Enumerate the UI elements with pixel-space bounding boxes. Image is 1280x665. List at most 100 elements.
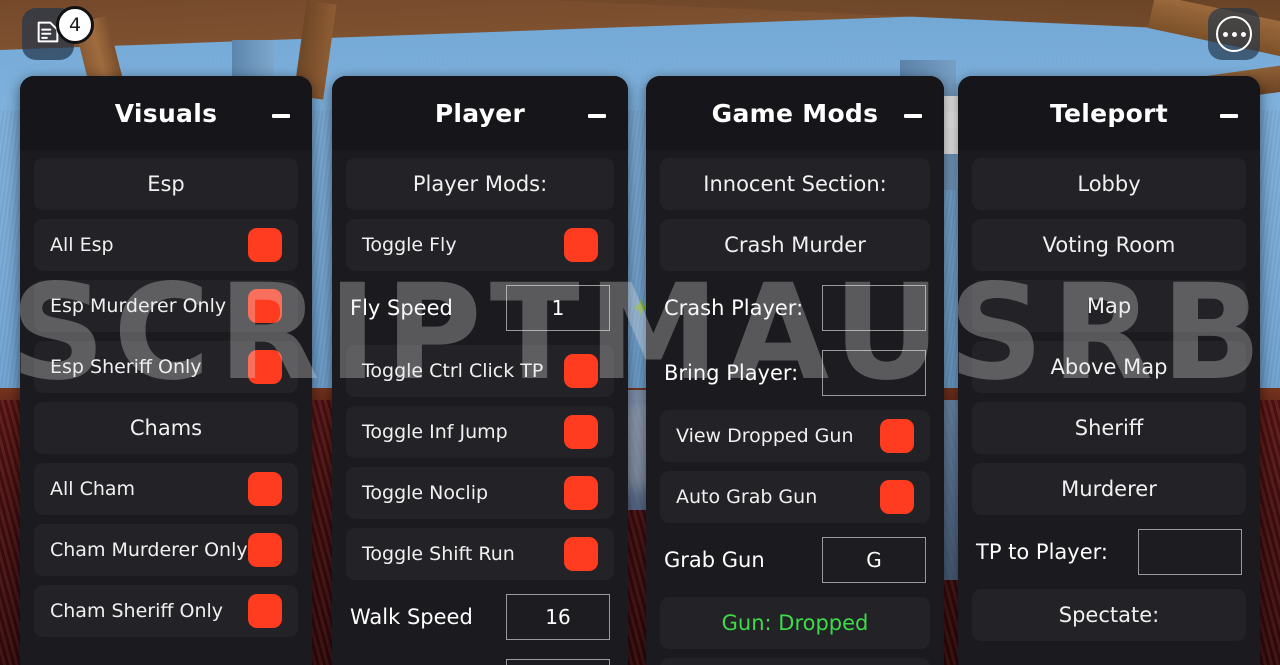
toggle-row[interactable]: Toggle Ctrl Click TP bbox=[346, 345, 614, 397]
toggle-label: Auto Grab Gun bbox=[676, 486, 818, 508]
input-row: Jump Power50 bbox=[346, 654, 614, 665]
panel-title: Game Mods bbox=[711, 98, 879, 128]
section-label: Esp bbox=[147, 172, 185, 196]
toggle-label: All Esp bbox=[50, 234, 114, 256]
section-label: Innocent Section: bbox=[703, 172, 887, 196]
input-row: Bring Player: bbox=[660, 345, 930, 401]
text-input[interactable] bbox=[822, 350, 926, 396]
input-label: Fly Speed bbox=[350, 296, 453, 320]
toggle-row[interactable]: Toggle Fly bbox=[346, 219, 614, 271]
section-label: Crash Murder bbox=[724, 233, 866, 257]
input-label: Bring Player: bbox=[664, 361, 799, 385]
more-options-button[interactable] bbox=[1208, 8, 1260, 60]
toggle-label: Esp Murderer Only bbox=[50, 295, 227, 317]
panel-game-mods[interactable]: Game Mods Innocent Section: Crash Murder C… bbox=[646, 76, 944, 665]
toggle-label: Toggle Inf Jump bbox=[362, 421, 508, 443]
panel-header-player: Player bbox=[332, 76, 628, 150]
toggle-row[interactable]: Cham Murderer Only bbox=[34, 524, 298, 576]
panel-player[interactable]: Player Player Mods: Toggle Fly Fly Speed 1 T… bbox=[332, 76, 628, 665]
toggle-row[interactable]: All Cham bbox=[34, 463, 298, 515]
toggle-label: All Cham bbox=[50, 478, 136, 500]
section-button[interactable]: Voting Room bbox=[972, 219, 1246, 271]
section-label: Player Mods: bbox=[412, 172, 548, 196]
section-button[interactable]: Sheriff bbox=[972, 402, 1246, 454]
toggle-row[interactable]: Toggle Shift Run bbox=[346, 528, 614, 580]
section-label: Murderer bbox=[1061, 477, 1157, 501]
panel-visuals[interactable]: Visuals Esp All Esp Esp Murderer Only Esp S… bbox=[20, 76, 312, 665]
input-row: Fly Speed 1 bbox=[346, 280, 614, 336]
toggle-switch[interactable] bbox=[564, 228, 598, 262]
minimize-button[interactable] bbox=[588, 114, 606, 118]
minimize-button[interactable] bbox=[904, 114, 922, 118]
toggle-row[interactable]: Toggle Inf Jump bbox=[346, 406, 614, 458]
toggle-switch[interactable] bbox=[248, 594, 282, 628]
section-label: Spectate: bbox=[1058, 603, 1160, 627]
section-button[interactable]: Above Map bbox=[972, 341, 1246, 393]
toggle-row[interactable]: Toggle Noclip bbox=[346, 467, 614, 519]
toggle-row[interactable]: All Esp bbox=[34, 219, 298, 271]
input-row: TP to Player: bbox=[972, 524, 1246, 580]
panel-body-visuals: Esp All Esp Esp Murderer Only Esp Sheriff O… bbox=[20, 150, 312, 637]
panel-body-game-mods: Innocent Section: Crash Murder Crash Playe… bbox=[646, 150, 944, 665]
minimize-button[interactable] bbox=[272, 114, 290, 118]
section-button[interactable]: Chams bbox=[34, 402, 298, 454]
game-screen: ✦ 4 Visuals Esp All Esp Esp Murderer Only E… bbox=[0, 0, 1280, 665]
section-button[interactable]: Esp bbox=[34, 158, 298, 210]
status-text: Gun: Dropped bbox=[721, 611, 869, 635]
section-label: Voting Room bbox=[1042, 233, 1176, 257]
text-input[interactable]: 1 bbox=[506, 285, 610, 331]
input-row: Crash Player: bbox=[660, 280, 930, 336]
toggle-switch[interactable] bbox=[564, 537, 598, 571]
text-input[interactable]: 16 bbox=[506, 594, 610, 640]
toggle-switch[interactable] bbox=[564, 354, 598, 388]
toggle-switch[interactable] bbox=[248, 472, 282, 506]
text-input[interactable]: 50 bbox=[506, 659, 610, 665]
toggle-row[interactable]: Auto Grab Gun bbox=[660, 471, 930, 523]
toggle-switch[interactable] bbox=[564, 415, 598, 449]
dot-3 bbox=[1240, 31, 1246, 37]
section-button[interactable]: Innocent Section: bbox=[660, 158, 930, 210]
section-button[interactable]: Spectate: bbox=[972, 589, 1246, 641]
section-button[interactable]: Map bbox=[972, 280, 1246, 332]
input-label: Grab Gun bbox=[664, 548, 765, 572]
panel-body-teleport: Lobby Voting Room Map Above Map Sheriff Murde… bbox=[958, 150, 1260, 641]
input-label: Crash Player: bbox=[664, 296, 804, 320]
toggle-switch[interactable] bbox=[248, 228, 282, 262]
toggle-switch[interactable] bbox=[248, 350, 282, 384]
chat-unread-count: 4 bbox=[68, 14, 82, 36]
section-button[interactable]: Sheriff Section: bbox=[660, 658, 930, 665]
toggle-switch[interactable] bbox=[880, 419, 914, 453]
section-button[interactable]: Murderer bbox=[972, 463, 1246, 515]
panel-header-visuals: Visuals bbox=[20, 76, 312, 150]
toggle-row[interactable]: Esp Murderer Only bbox=[34, 280, 298, 332]
minimize-button[interactable] bbox=[1220, 114, 1238, 118]
toggle-switch[interactable] bbox=[248, 289, 282, 323]
toggle-switch[interactable] bbox=[880, 480, 914, 514]
toggle-label: View Dropped Gun bbox=[676, 425, 854, 447]
toggle-row[interactable]: View Dropped Gun bbox=[660, 410, 930, 462]
toggle-label: Toggle Ctrl Click TP bbox=[362, 360, 544, 382]
text-input[interactable]: G bbox=[822, 537, 926, 583]
text-input[interactable] bbox=[1138, 529, 1242, 575]
chat-unread-badge[interactable]: 4 bbox=[56, 6, 94, 44]
toggle-row[interactable]: Esp Sheriff Only bbox=[34, 341, 298, 393]
toggle-label: Toggle Shift Run bbox=[362, 543, 515, 565]
toggle-row[interactable]: Cham Sheriff Only bbox=[34, 585, 298, 637]
section-label: Map bbox=[1086, 294, 1132, 318]
input-label: Walk Speed bbox=[350, 605, 473, 629]
toggle-switch[interactable] bbox=[564, 476, 598, 510]
section-button[interactable]: Lobby bbox=[972, 158, 1246, 210]
toggle-label: Toggle Noclip bbox=[362, 482, 489, 504]
panel-body-player: Player Mods: Toggle Fly Fly Speed 1 Toggle C… bbox=[332, 150, 628, 665]
panel-teleport[interactable]: Teleport Lobby Voting Room Map Above Map She… bbox=[958, 76, 1260, 665]
toggle-switch[interactable] bbox=[248, 533, 282, 567]
dot-2 bbox=[1231, 31, 1237, 37]
section-label: Chams bbox=[129, 416, 203, 440]
toggle-label: Esp Sheriff Only bbox=[50, 356, 202, 378]
text-input[interactable] bbox=[822, 285, 926, 331]
section-button[interactable]: Player Mods: bbox=[346, 158, 614, 210]
input-row: Walk Speed 16 bbox=[346, 589, 614, 645]
more-options-icon bbox=[1216, 16, 1252, 52]
section-label: Above Map bbox=[1050, 355, 1168, 379]
section-button[interactable]: Crash Murder bbox=[660, 219, 930, 271]
